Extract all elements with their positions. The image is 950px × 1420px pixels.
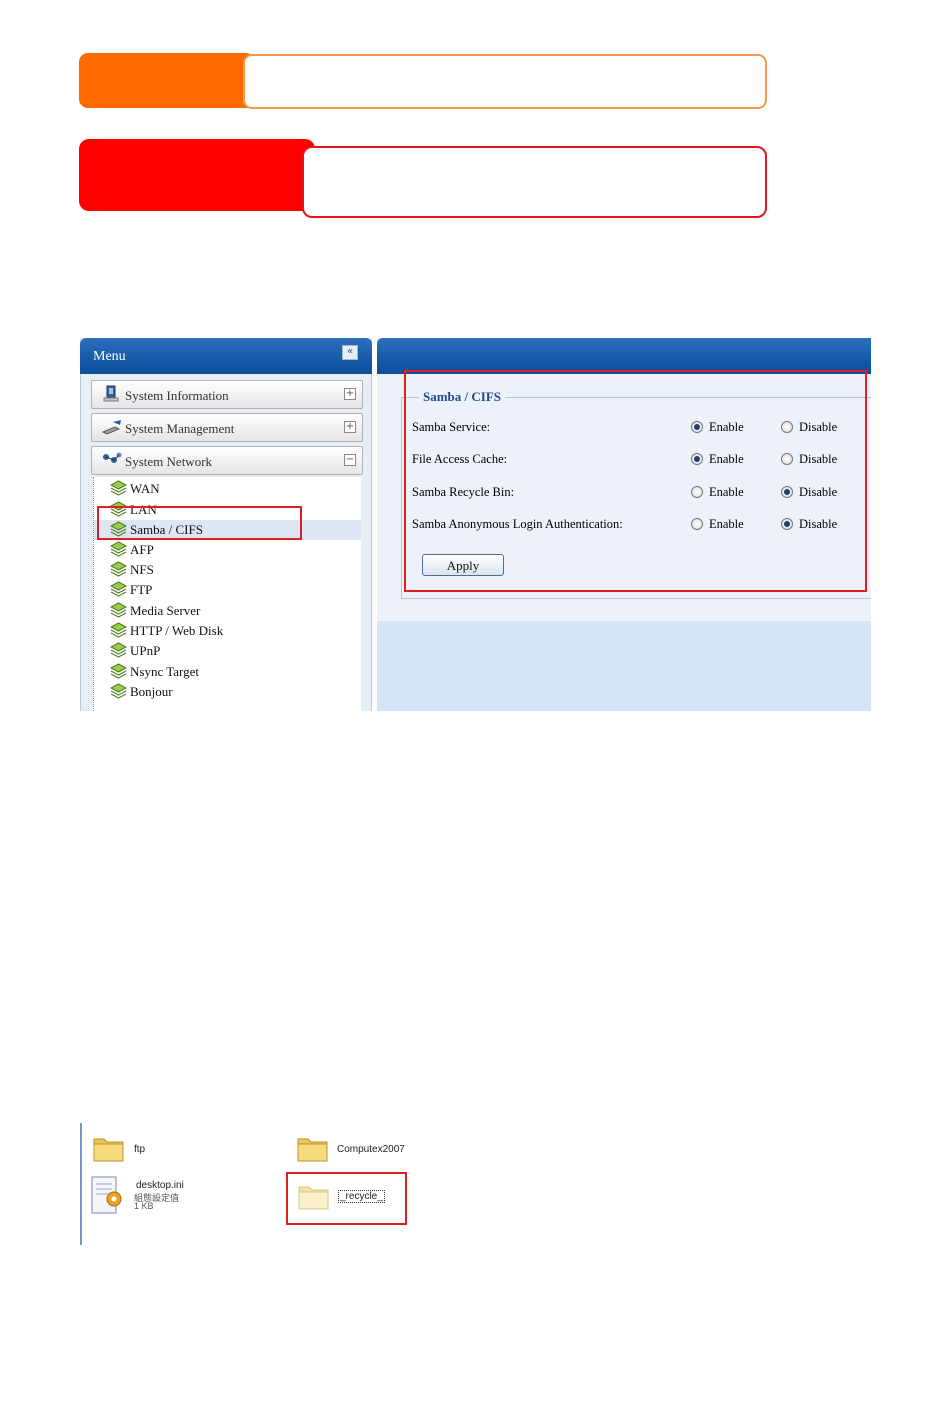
highlight-recycle-folder (286, 1172, 407, 1225)
network-menu-label: HTTP / Web Disk (130, 623, 224, 638)
network-menu-item[interactable]: AFP (94, 540, 361, 560)
service-icon (110, 683, 127, 699)
highlight-samba-menu-item (97, 506, 302, 540)
menu-header: Menu « (80, 338, 372, 374)
network-menu-item[interactable]: Media Server (94, 601, 361, 621)
menu-section-system-network[interactable]: System Network − (91, 446, 363, 475)
network-menu-label: AFP (130, 542, 154, 557)
network-menu-item[interactable]: HTTP / Web Disk (94, 621, 361, 641)
file-name: ftp (134, 1144, 146, 1155)
menu-section-label: System Network (125, 454, 213, 469)
folder-icon (297, 1138, 328, 1162)
network-icon (103, 452, 122, 463)
service-icon (110, 602, 127, 618)
network-menu-label: WAN (130, 481, 160, 496)
highlight-samba-settings (404, 370, 867, 592)
section-title-box-orange (243, 54, 767, 109)
menu-title: Menu (93, 349, 126, 364)
collapse-icon[interactable]: − (344, 454, 356, 466)
service-icon (110, 622, 127, 638)
menu-section-label: System Information (125, 388, 229, 403)
service-icon (110, 663, 127, 679)
config-file-icon (91, 1176, 122, 1214)
network-menu-label: Media Server (130, 603, 201, 618)
network-menu-item[interactable]: FTP (94, 580, 361, 600)
network-menu-item[interactable]: Bonjour (94, 682, 361, 702)
tools-icon (101, 420, 121, 435)
content-header (377, 338, 871, 374)
section-title-box-red (302, 146, 767, 218)
network-menu-label: Nsync Target (130, 664, 200, 679)
service-icon (110, 642, 127, 658)
network-menu-label: FTP (130, 582, 153, 597)
network-menu-item[interactable]: WAN (94, 479, 361, 499)
file-name: desktop.ini (136, 1180, 184, 1191)
expand-icon[interactable]: + (344, 421, 356, 433)
file-size: 1 KB (134, 1201, 154, 1211)
monitor-icon (103, 385, 119, 402)
folder-computex2007[interactable]: Computex2007 (296, 1131, 496, 1171)
network-menu-label: UPnP (130, 643, 161, 658)
network-menu-item[interactable]: UPnP (94, 641, 361, 661)
file-name: Computex2007 (337, 1144, 405, 1155)
collapse-menu-icon[interactable]: « (342, 345, 358, 360)
menu-section-system-information[interactable]: System Information + (91, 380, 363, 409)
network-menu-label: NFS (130, 562, 154, 577)
menu-section-system-management[interactable]: System Management + (91, 413, 363, 442)
folder-icon (93, 1138, 124, 1162)
menu-section-label: System Management (125, 421, 235, 436)
folder-ftp[interactable]: ftp (92, 1131, 272, 1171)
section-tab-orange (79, 53, 255, 108)
service-icon (110, 541, 127, 557)
service-icon (110, 561, 127, 577)
network-menu-item[interactable]: Nsync Target (94, 662, 361, 682)
file-desktop-ini[interactable]: desktop.ini 組態設定值 1 KB (90, 1175, 270, 1225)
expand-icon[interactable]: + (344, 388, 356, 400)
network-menu-item[interactable]: NFS (94, 560, 361, 580)
service-icon (110, 480, 127, 496)
section-tab-red (79, 139, 315, 211)
network-menu-label: Bonjour (130, 684, 173, 699)
service-icon (110, 581, 127, 597)
